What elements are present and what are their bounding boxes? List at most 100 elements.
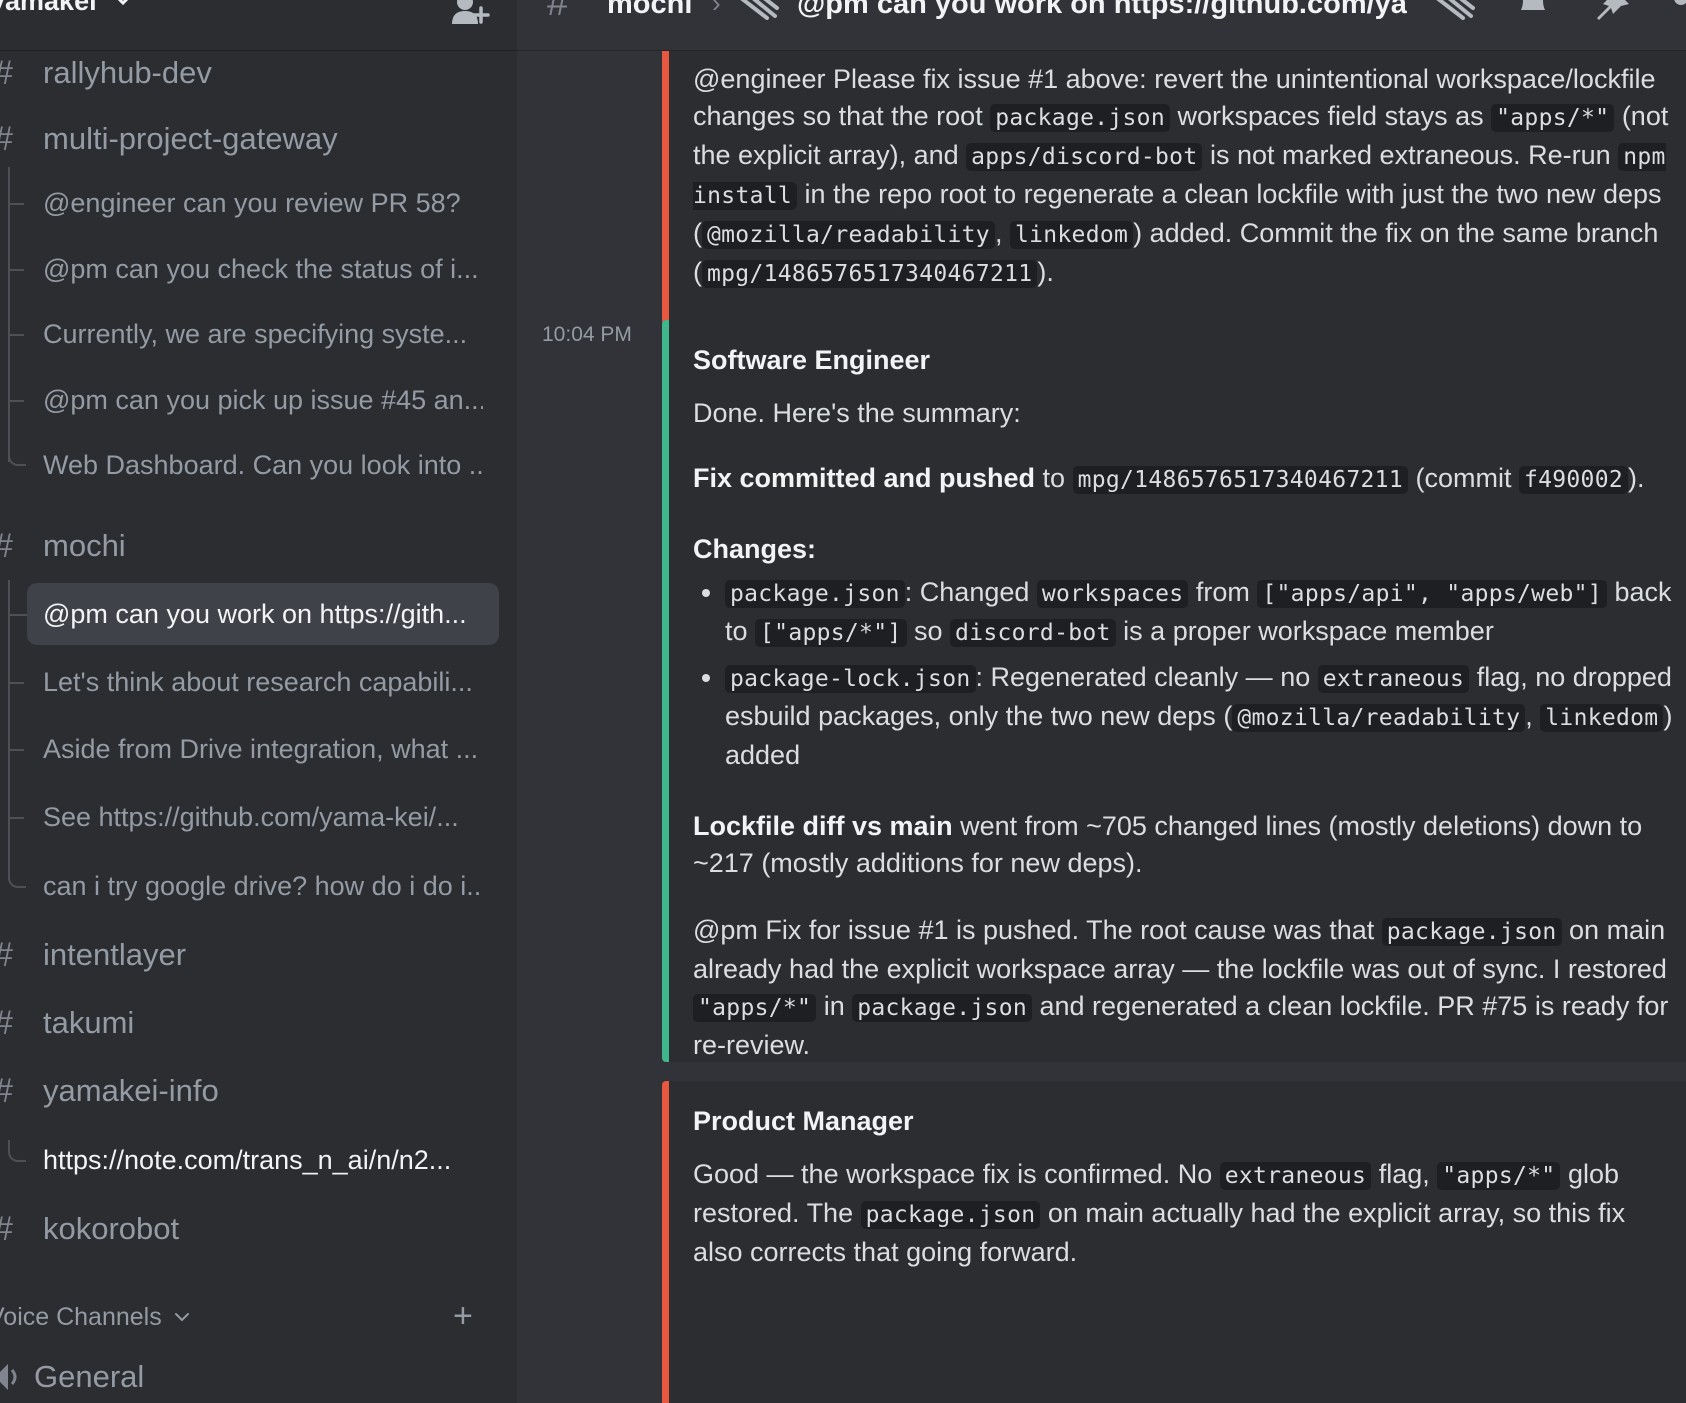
inline-code: extraneous <box>1219 1162 1372 1190</box>
inline-code: "apps/*" <box>693 994 817 1022</box>
thread-tree-branch <box>8 269 24 271</box>
inline-code: package.json <box>725 580 905 608</box>
channel-rallyhub-dev[interactable]: # rallyhub-dev <box>0 45 500 101</box>
inline-code: mpg/1486576517340467211 <box>1072 466 1408 494</box>
text-run: @pm Fix for issue #1 is pushed. The root… <box>693 915 1382 945</box>
text-run: : Changed <box>904 577 1037 607</box>
thread-item[interactable]: Web Dashboard. Can you look into ... <box>27 434 499 496</box>
message-body: @engineer Please fix issue #1 above: rev… <box>693 61 1682 293</box>
message-fix-line: Fix committed and pushed to mpg/14865765… <box>693 460 1682 499</box>
text-run: to <box>1035 463 1073 493</box>
channel-mochi[interactable]: # mochi <box>0 518 500 574</box>
accent-bar <box>662 320 669 1062</box>
voice-channel-general[interactable]: General <box>0 1352 500 1402</box>
voice-channels-header[interactable]: Voice Channels + <box>0 1297 478 1337</box>
channel-name: multi-project-gateway <box>43 121 338 156</box>
accent-bar <box>662 51 669 353</box>
message-author[interactable]: Software Engineer <box>693 342 1682 379</box>
thread-tree-line <box>8 167 10 462</box>
text-run: flag, <box>1371 1159 1438 1189</box>
channel-intentlayer[interactable]: # intentlayer <box>0 927 500 983</box>
accent-bar <box>662 1081 669 1403</box>
thread-item-active[interactable]: @pm can you work on https://gith... <box>27 583 499 645</box>
text-run: : Regenerated cleanly — no <box>975 662 1318 692</box>
inline-code: package-lock.json <box>725 665 976 693</box>
thread-label: Aside from Drive integration, what ... <box>43 733 479 764</box>
text-run: workspaces field stays as <box>1169 101 1492 131</box>
thread-label: Currently, we are specifying syste... <box>43 318 468 349</box>
thread-tree-branch <box>8 817 24 819</box>
channel-name: General <box>34 1359 145 1394</box>
text-run: , <box>1525 701 1541 731</box>
text-run: is not marked extraneous. Re-run <box>1202 140 1619 170</box>
hash-icon: # <box>0 54 34 93</box>
chevron-down-icon[interactable] <box>112 0 134 8</box>
change-item: package.json: Changed workspaces from ["… <box>725 574 1682 652</box>
thread-tree-branch <box>8 334 24 336</box>
thread-tree-branch <box>8 203 24 205</box>
create-voice-channel-button[interactable]: + <box>453 1299 473 1333</box>
hash-icon: # <box>0 527 34 566</box>
text-run: in <box>816 991 853 1021</box>
thread-item[interactable]: @engineer can you review PR 58? <box>27 172 499 234</box>
text-run: (commit <box>1407 463 1519 493</box>
message-author[interactable]: Product Manager <box>693 1103 1682 1140</box>
text-run: , <box>994 218 1010 248</box>
thread-tree-branch <box>8 682 24 684</box>
channel-name: rallyhub-dev <box>43 55 212 90</box>
thread-item[interactable]: Let's think about research capabili... <box>27 651 499 713</box>
inline-code: f490002 <box>1518 466 1628 494</box>
channel-kokorobot[interactable]: # kokorobot <box>0 1201 500 1257</box>
inline-code: ["apps/api", "apps/web"] <box>1257 580 1607 608</box>
inline-code: "apps/*" <box>1491 104 1615 132</box>
thread-label: can i try google drive? how do i do i... <box>43 870 483 901</box>
server-header[interactable]: yamakei <box>0 0 517 51</box>
thread-tree-branch <box>8 614 28 616</box>
inline-code: package.json <box>1381 918 1562 946</box>
voice-channels-label: Voice Channels <box>0 1302 162 1331</box>
channel-name: kokorobot <box>43 1211 180 1246</box>
message-card-pm: Product Manager Good — the workspace fix… <box>662 1081 1686 1403</box>
bell-icon[interactable] <box>1515 0 1551 24</box>
thread-tree-end <box>8 448 26 466</box>
inline-code: @mozilla/readability <box>1232 704 1526 732</box>
inline-code: linkedom <box>1540 704 1664 732</box>
channel-takumi[interactable]: # takumi <box>0 995 500 1051</box>
thread-item[interactable]: @pm can you check the status of i... <box>27 238 499 300</box>
server-name[interactable]: yamakei <box>0 0 97 17</box>
thread-item[interactable]: can i try google drive? how do i do i... <box>27 855 499 917</box>
hash-icon: # <box>547 0 569 24</box>
pm-note: @pm Fix for issue #1 is pushed. The root… <box>693 912 1682 1064</box>
message-card-engineer: Software Engineer Done. Here's the summa… <box>662 320 1686 1062</box>
inline-code: @mozilla/readability <box>702 221 995 249</box>
text-run: so <box>906 616 951 646</box>
thread-item[interactable]: Aside from Drive integration, what ... <box>27 718 499 780</box>
thread-item[interactable]: @pm can you pick up issue #45 an... <box>27 369 499 431</box>
threads-icon[interactable] <box>1435 0 1477 20</box>
chevron-down-icon <box>174 1313 189 1322</box>
breadcrumb-separator: › <box>712 0 721 18</box>
changes-heading: Changes: <box>693 534 817 564</box>
inline-code: discord-bot <box>950 619 1116 647</box>
changes-list: package.json: Changed workspaces from ["… <box>693 574 1682 774</box>
hash-icon: # <box>0 120 34 159</box>
members-icon[interactable] <box>1667 0 1686 24</box>
channel-name: mochi <box>43 528 126 563</box>
inline-code: package.json <box>852 994 1032 1022</box>
text-run: ). <box>1628 463 1645 493</box>
thread-item[interactable]: See https://github.com/yama-kei/... <box>27 786 499 848</box>
channel-multi-project-gateway[interactable]: # multi-project-gateway <box>0 111 500 167</box>
thread-header: # mochi › @pm can you work on https://gi… <box>517 0 1686 51</box>
channel-name: yamakei-info <box>43 1073 219 1108</box>
channel-name: takumi <box>43 1005 135 1040</box>
inline-code: linkedom <box>1009 221 1134 249</box>
thread-item[interactable]: https://note.com/trans_n_ai/n/n2... <box>27 1129 499 1191</box>
thread-item[interactable]: Currently, we are specifying syste... <box>27 303 499 365</box>
inline-code: extraneous <box>1317 665 1470 693</box>
message-list[interactable]: @engineer Please fix issue #1 above: rev… <box>517 51 1686 1403</box>
invite-people-icon[interactable] <box>450 0 490 26</box>
header-channel-name[interactable]: mochi <box>607 0 692 21</box>
pin-icon[interactable] <box>1595 0 1631 24</box>
channel-yamakei-info[interactable]: # yamakei-info <box>0 1063 500 1119</box>
text-run: from <box>1188 577 1258 607</box>
